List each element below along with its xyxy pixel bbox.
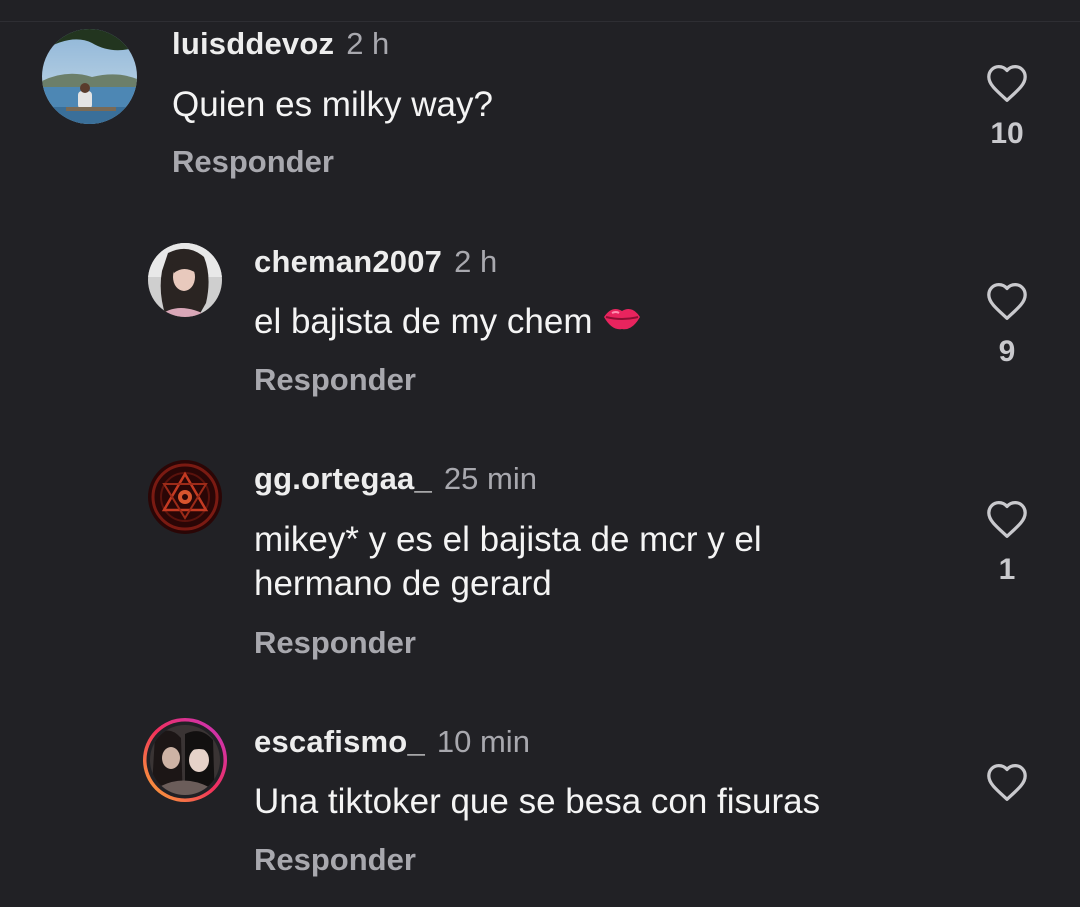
timestamp: 10 min	[436, 724, 530, 759]
username[interactable]: cheman2007	[254, 244, 442, 279]
like-count: 10	[990, 117, 1024, 150]
heart-outline-icon	[987, 764, 1027, 801]
like-button[interactable]: 10	[978, 63, 1036, 151]
username[interactable]: gg.ortegaa_	[254, 461, 432, 496]
avatar[interactable]	[42, 29, 137, 124]
comment-meta: luisddevoz 2 h	[172, 25, 389, 63]
comment-text: Quien es milky way?	[172, 85, 493, 124]
reply-button[interactable]: Responder	[254, 841, 416, 879]
comment-text: Una tiktoker que se besa con fisuras	[254, 782, 821, 821]
reply-button[interactable]: Responder	[254, 361, 416, 399]
avatar[interactable]	[148, 460, 222, 534]
avatar[interactable]	[148, 243, 222, 317]
heart-outline-icon	[987, 65, 1027, 102]
reply-button[interactable]: Responder	[172, 143, 334, 181]
reply-button[interactable]: Responder	[254, 624, 416, 662]
comment-item: gg.ortegaa_ 25 min mikey* y es el bajista…	[0, 440, 1080, 680]
heart-outline-icon	[987, 501, 1027, 538]
timestamp: 2 h	[346, 26, 390, 61]
username[interactable]: luisddevoz	[172, 26, 334, 61]
like-count: 1	[998, 553, 1016, 586]
comment-text-content: el bajista de my chem	[254, 302, 593, 341]
comment-item: luisddevoz 2 h Quien es milky way? Respon…	[0, 0, 1080, 200]
like-button[interactable]	[978, 762, 1036, 816]
comment-item: escafismo_ 10 min Una tiktoker que se bes…	[0, 700, 1080, 907]
comment-meta: cheman2007 2 h	[254, 243, 497, 281]
comment-text: el bajista de my chem	[254, 300, 914, 344]
like-button[interactable]: 1	[978, 499, 1036, 587]
like-count: 9	[998, 335, 1016, 368]
lips-emoji	[602, 299, 642, 343]
like-button[interactable]: 9	[978, 281, 1036, 369]
timestamp: 25 min	[443, 461, 537, 496]
comment-meta: escafismo_ 10 min	[254, 723, 530, 761]
heart-outline-icon	[987, 283, 1027, 320]
comment-text: mikey* y es el bajista de mcr y el herma…	[254, 520, 762, 603]
comment-meta: gg.ortegaa_ 25 min	[254, 460, 537, 498]
comment-item: cheman2007 2 h el bajista de my chem Resp…	[0, 220, 1080, 420]
username[interactable]: escafismo_	[254, 724, 425, 759]
story-ring[interactable]	[141, 716, 229, 804]
timestamp: 2 h	[454, 244, 498, 279]
